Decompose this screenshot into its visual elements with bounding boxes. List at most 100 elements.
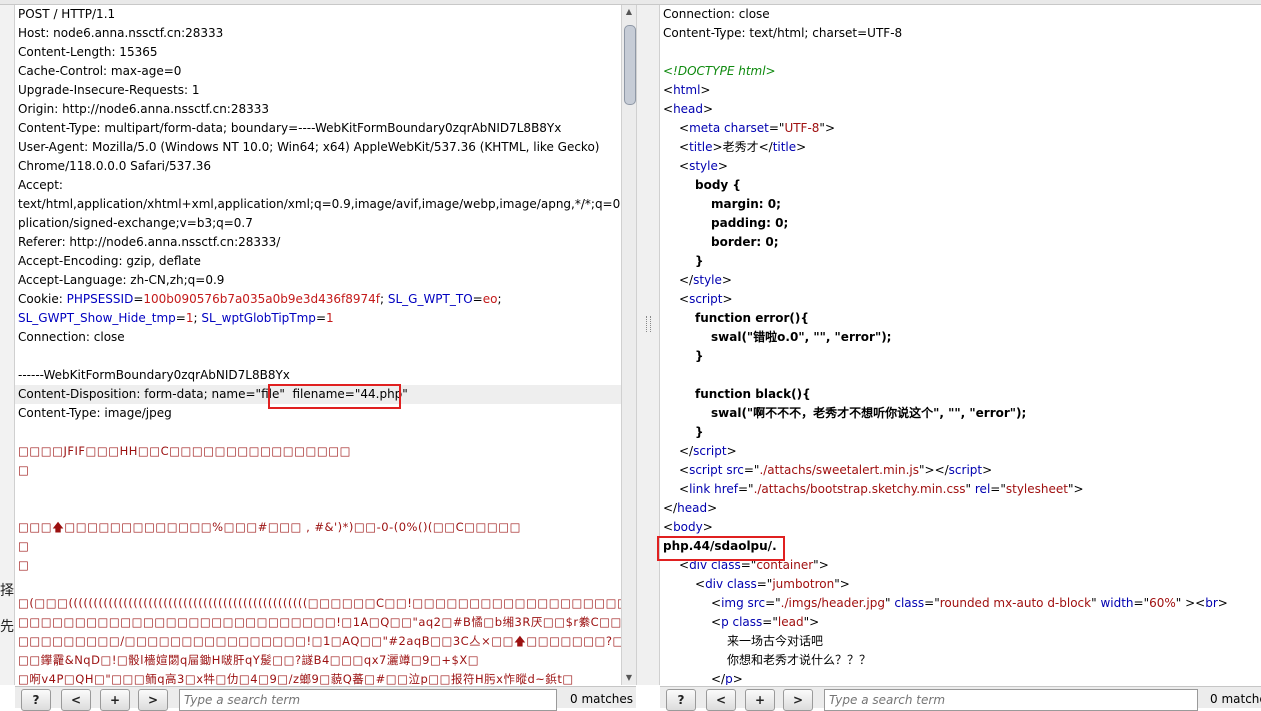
request-token: text/html,application/xhtml+xml,applicat… (18, 197, 621, 211)
response-token: "> (803, 615, 820, 629)
response-token: > (1217, 596, 1228, 610)
response-token: href (714, 482, 738, 496)
response-token: 你想和老秀才说什么？？？ (727, 653, 872, 667)
request-token: □(□□□(((((((((((((((((((((((((((((((((((… (18, 596, 621, 610)
request-token: SL_G_WPT_TO (387, 292, 473, 306)
response-token: charset (724, 121, 769, 135)
request-line: Cookie: PHPSESSID=100b090576b7a035a0b9e3… (15, 290, 621, 309)
response-token: border: 0; (711, 235, 779, 249)
response-line: <style> (660, 157, 1261, 176)
response-token: <!DOCTYPE html> (663, 64, 776, 78)
response-token: img (721, 596, 748, 610)
request-line: Cache-Control: max-age=0 (15, 62, 621, 81)
request-token: □哬v4P□QH□"□□□鲕q高3□x牪□仂□4□9□/z螂9□藐Q蕃□#□□泣… (18, 672, 574, 685)
next-button[interactable]: > (138, 689, 168, 711)
response-line: } (660, 252, 1261, 271)
response-token: Content-Type: text/html; charset=UTF-8 (663, 26, 903, 40)
response-token: class (894, 596, 925, 610)
response-line: <meta charset="UTF-8"> (660, 119, 1261, 138)
add-button[interactable]: + (100, 689, 130, 711)
response-token: function black(){ (695, 387, 811, 401)
previous-button[interactable]: < (706, 689, 736, 711)
previous-button[interactable]: < (61, 689, 91, 711)
response-line: swal("啊不不不，老秀才不想听你说这个", "", "error"); (660, 404, 1261, 423)
response-line: <body> (660, 518, 1261, 537)
request-token: SL_wptGlobTipTmp (201, 311, 316, 325)
response-token: < (679, 140, 690, 154)
request-token: 1 (326, 311, 334, 325)
request-token: ; (379, 292, 388, 306)
request-line (15, 347, 621, 366)
request-lines: POST / HTTP/1.1 Host: node6.anna.nssctf.c… (15, 5, 621, 685)
request-scrollbar[interactable]: ▲ ▼ (621, 5, 637, 685)
request-line: POST / HTTP/1.1 (15, 5, 621, 24)
response-token: title (772, 140, 797, 154)
request-token: Accept-Encoding: gzip, deflate (18, 254, 201, 268)
request-line: Connection: close (15, 328, 621, 347)
response-token: class (726, 577, 757, 591)
response-token: 来一场古今对话吧 (727, 634, 824, 648)
scroll-down-arrow-icon[interactable]: ▼ (624, 673, 634, 683)
response-token: =" (768, 121, 785, 135)
request-line (15, 575, 621, 594)
response-token: " >< (1175, 596, 1206, 610)
request-token: ------WebKitFormBoundary0zqrAbNID7L8B8Yx (18, 368, 290, 382)
response-token: </ (711, 672, 726, 685)
response-token: style (689, 159, 718, 173)
response-token: margin: 0; (711, 197, 781, 211)
response-line: 来一场古今对话吧 (660, 632, 1261, 651)
splitter-grip-icon[interactable] (646, 316, 651, 332)
response-line: <img src="./imgs/header.jpg" class="roun… (660, 594, 1261, 613)
response-token: swal("错啦o.0", "", "error"); (711, 330, 892, 344)
request-token: 100b090576b7a035a0b9e3d436f8974f (143, 292, 380, 306)
request-token: □□□□□□□□□/□□□□□□□□□□□□□□□□!□1□AQ□□"#2aqB… (18, 634, 621, 648)
response-line: function black(){ (660, 385, 1261, 404)
request-line: □ (15, 461, 621, 480)
request-line: Host: node6.anna.nssctf.cn:28333 (15, 24, 621, 43)
next-button[interactable]: > (783, 689, 813, 711)
request-line: Accept-Language: zh-CN,zh;q=0.9 (15, 271, 621, 290)
request-token: ; (497, 292, 502, 306)
response-viewer[interactable]: Connection: close Content-Type: text/html… (660, 5, 1261, 685)
request-token: Cache-Control: max-age=0 (18, 64, 182, 78)
response-token: function error(){ (695, 311, 809, 325)
request-token: plication/signed-exchange;v=b3;q=0.7 (18, 216, 253, 230)
request-token: Upgrade-Insecure-Requests: 1 (18, 83, 200, 97)
request-token: Content-Type: multipart/form-data; bound… (18, 121, 562, 135)
request-line: Content-Type: multipart/form-data; bound… (15, 119, 621, 138)
request-token: □□□🡅□□□□□□□□□□□□□%□□□#□□□ , #&')*)□□-0-(… (18, 520, 522, 534)
response-line: Connection: close (660, 5, 1261, 24)
response-token: } (695, 425, 704, 439)
response-token: ./attachs/bootstrap.sketchy.min.css (753, 482, 966, 496)
response-token: } (695, 349, 704, 363)
response-token: "> (834, 577, 850, 591)
request-token: Accept-Language: zh-CN,zh;q=0.9 (18, 273, 225, 287)
left-edge-text: 择 先 (0, 580, 14, 638)
request-token: Connection: close (18, 330, 125, 344)
response-token: < (679, 121, 690, 135)
request-token: □□鑻龗&NqD□!□骰l檣媗閟q屇鋤H啵肝qY髲□□?譢B4□□□qx7灑竴□… (18, 653, 480, 667)
request-line: □哬v4P□QH□"□□□鲕q高3□x牪□仂□4□9□/z螂9□藐Q蕃□#□□泣… (15, 670, 621, 685)
search-input[interactable] (179, 689, 557, 711)
request-token: PHPSESSID (66, 292, 134, 306)
request-token: Host: node6.anna.nssctf.cn:28333 (18, 26, 224, 40)
scroll-up-arrow-icon[interactable]: ▲ (624, 7, 634, 17)
response-token: > (982, 463, 993, 477)
help-button[interactable]: ? (21, 689, 51, 711)
scroll-thumb[interactable] (624, 25, 636, 105)
request-token: User-Agent: Mozilla/5.0 (Windows NT 10.0… (18, 140, 600, 154)
response-line: Content-Type: text/html; charset=UTF-8 (660, 24, 1261, 43)
help-button[interactable]: ? (666, 689, 696, 711)
pane-splitter[interactable] (636, 5, 660, 685)
response-line: } (660, 423, 1261, 442)
request-token: □□□□□□□□□□□□□□□□□□□□□□□□□□□□!□1A□Q□□"aq2… (18, 615, 621, 629)
search-input[interactable] (824, 689, 1198, 711)
response-token: "> (813, 558, 829, 572)
add-button[interactable]: + (745, 689, 775, 711)
request-editor[interactable]: POST / HTTP/1.1 Host: node6.anna.nssctf.c… (15, 5, 621, 685)
response-token: link (689, 482, 715, 496)
response-token: > (726, 444, 737, 458)
response-token: br (1205, 596, 1218, 610)
response-token: < (679, 463, 690, 477)
request-line: User-Agent: Mozilla/5.0 (Windows NT 10.0… (15, 138, 621, 157)
